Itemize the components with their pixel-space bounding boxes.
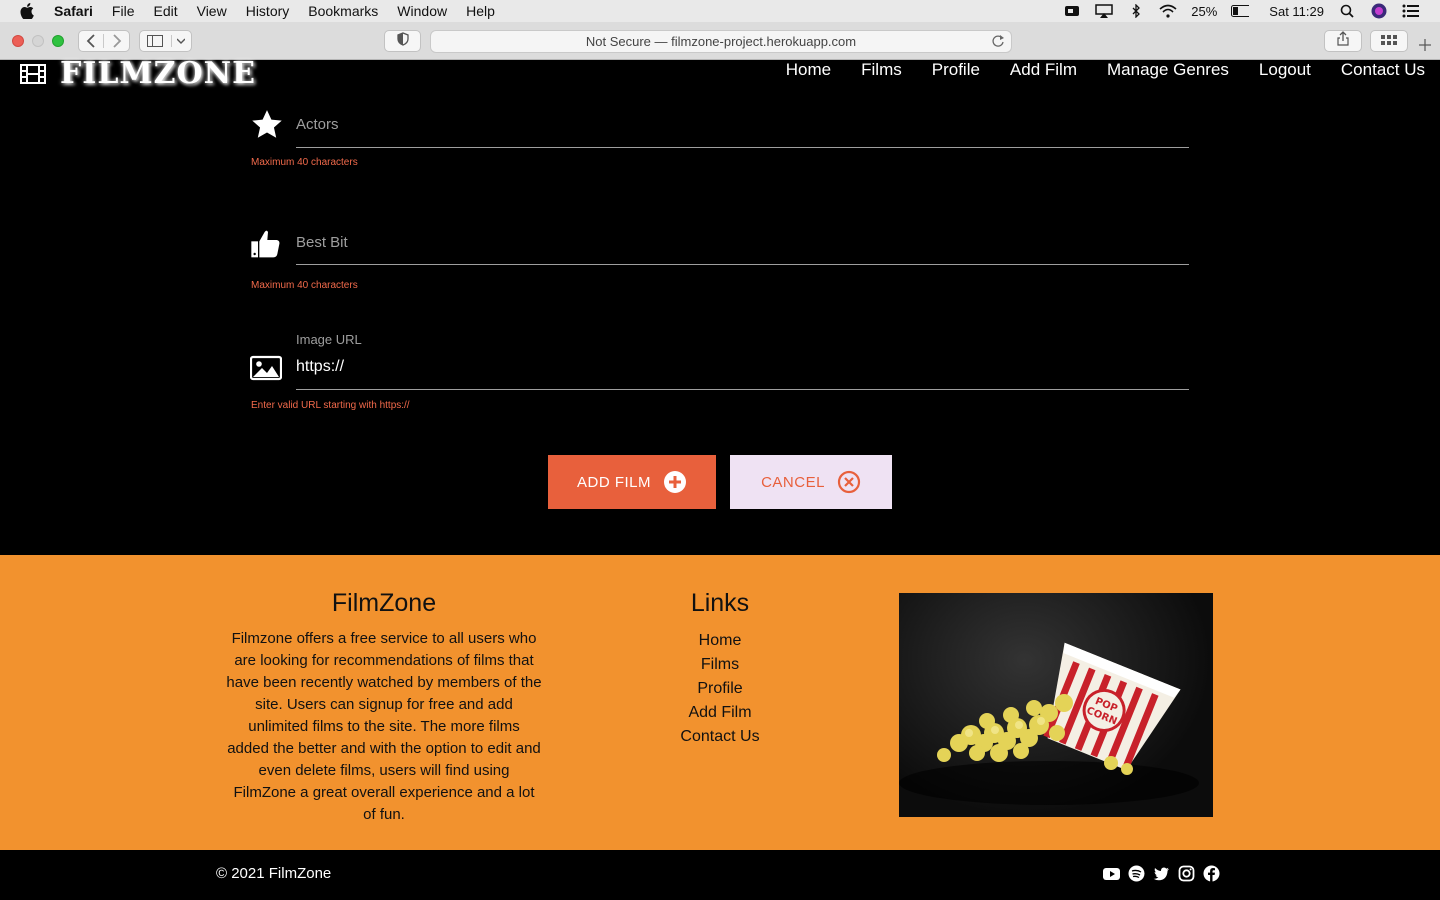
forward-button-icon[interactable] (104, 34, 129, 48)
facetime-icon[interactable] (1063, 4, 1081, 18)
spotlight-search-icon[interactable] (1338, 4, 1356, 18)
footer-link-contact-us[interactable]: Contact Us (620, 725, 820, 749)
url-text: Not Secure — filmzone-project.herokuapp.… (585, 34, 857, 49)
best-bit-helper-text: Maximum 40 characters (251, 280, 358, 291)
best-bit-placeholder: Best Bit (296, 234, 348, 251)
notification-center-icon[interactable] (1402, 4, 1420, 18)
new-tab-icon[interactable] (1418, 38, 1434, 54)
plus-circle-icon (664, 471, 686, 493)
footer-link-profile[interactable]: Profile (620, 677, 820, 701)
browser-toolbar: Not Secure — filmzone-project.herokuapp.… (0, 22, 1440, 60)
logo-text: FILMZONE (60, 56, 256, 91)
shield-icon (396, 31, 409, 51)
best-bit-field-group: Best Bit Maximum 40 characters (250, 222, 1190, 302)
image-icon (249, 354, 284, 388)
chevron-down-icon[interactable] (172, 38, 191, 44)
footer-link-films[interactable]: Films (620, 653, 820, 677)
footer-link-home[interactable]: Home (620, 629, 820, 653)
site-logo[interactable]: FILMZONE (20, 56, 256, 91)
cancel-button-label: CANCEL (761, 473, 825, 491)
menubar-clock[interactable]: Sat 11:29 (1269, 4, 1324, 19)
macos-menubar: Safari File Edit View History Bookmarks … (0, 0, 1440, 22)
spotify-icon[interactable] (1128, 865, 1145, 882)
share-icon (1337, 31, 1349, 51)
siri-icon[interactable] (1370, 3, 1388, 19)
grid-icon (1381, 32, 1397, 50)
privacy-report-button[interactable] (384, 30, 421, 52)
image-url-field-group: Image URL https:// Enter valid URL start… (249, 332, 1190, 422)
cancel-button[interactable]: CANCEL (730, 455, 892, 509)
menubar-status-area: 25% Sat 11:29 (1063, 0, 1420, 22)
footer-about-text: Filmzone offers a free service to all us… (226, 630, 542, 823)
sidebar-toggle-group (139, 30, 192, 52)
site-footer: FilmZone Filmzone offers a free service … (0, 555, 1440, 850)
actors-input[interactable]: Actors (296, 104, 1189, 148)
share-button[interactable] (1324, 30, 1362, 52)
nav-link-contact-us[interactable]: Contact Us (1341, 60, 1425, 80)
image-url-value: https:// (296, 358, 345, 375)
footer-links-list: Home Films Profile Add Film Contact Us (620, 629, 820, 749)
back-forward-group (78, 30, 130, 52)
nav-link-logout[interactable]: Logout (1259, 60, 1311, 80)
tab-overview-button[interactable] (1370, 30, 1408, 52)
image-url-input[interactable]: https:// (296, 350, 1189, 390)
site-navbar: FILMZONE Home Films Profile Add Film Man… (0, 56, 1440, 104)
nav-link-profile[interactable]: Profile (932, 60, 980, 80)
image-url-label: Image URL (296, 332, 362, 347)
bluetooth-icon[interactable] (1127, 4, 1145, 18)
best-bit-input[interactable]: Best Bit (296, 222, 1189, 265)
film-icon (20, 63, 46, 85)
social-icons (1103, 865, 1220, 882)
minimize-window-button[interactable] (32, 35, 44, 47)
menu-history[interactable]: History (246, 3, 290, 19)
battery-icon[interactable] (1231, 4, 1250, 18)
thumbs-up-icon (250, 228, 284, 262)
battery-percent: 25% (1191, 3, 1218, 19)
footer-about-title: FilmZone (331, 589, 437, 617)
actors-placeholder: Actors (296, 116, 339, 133)
nav-link-manage-genres[interactable]: Manage Genres (1107, 60, 1229, 80)
menu-edit[interactable]: Edit (153, 3, 177, 19)
add-film-button[interactable]: ADD FILM (548, 455, 716, 509)
menu-help[interactable]: Help (466, 3, 495, 19)
footer-link-add-film[interactable]: Add Film (620, 701, 820, 725)
popcorn-image: POP CORN (899, 593, 1213, 817)
nav-link-add-film[interactable]: Add Film (1010, 60, 1077, 80)
airplay-icon[interactable] (1095, 4, 1114, 18)
footer-bottom-bar: © 2021 FilmZone (0, 850, 1440, 900)
menu-view[interactable]: View (197, 3, 227, 19)
zoom-window-button[interactable] (52, 35, 64, 47)
menu-bookmarks[interactable]: Bookmarks (308, 3, 378, 19)
menu-app-name[interactable]: Safari (54, 3, 93, 19)
apple-icon[interactable] (20, 3, 36, 19)
menu-window[interactable]: Window (397, 3, 447, 19)
youtube-icon[interactable] (1103, 865, 1120, 882)
nav-links: Home Films Profile Add Film Manage Genre… (786, 60, 1425, 80)
reload-icon[interactable] (991, 34, 1005, 48)
twitter-icon[interactable] (1153, 865, 1170, 882)
add-film-button-label: ADD FILM (576, 473, 651, 491)
nav-link-home[interactable]: Home (786, 60, 831, 80)
facebook-icon[interactable] (1203, 865, 1220, 882)
close-circle-icon (837, 470, 861, 494)
actors-helper-text: Maximum 40 characters (251, 157, 358, 168)
instagram-icon[interactable] (1178, 865, 1195, 882)
image-url-helper-text: Enter valid URL starting with https:// (251, 400, 410, 411)
wifi-icon[interactable] (1159, 4, 1177, 18)
sidebar-icon[interactable] (140, 35, 172, 47)
star-icon (250, 108, 284, 142)
close-window-button[interactable] (12, 35, 24, 47)
menu-file[interactable]: File (112, 3, 135, 19)
address-bar[interactable]: Not Secure — filmzone-project.herokuapp.… (430, 30, 1012, 53)
back-button-icon[interactable] (79, 34, 105, 48)
footer-links-title: Links (690, 589, 750, 617)
copyright-text: © 2021 FilmZone (216, 865, 332, 882)
actors-field-group: Actors Maximum 40 characters (250, 104, 1190, 174)
nav-link-films[interactable]: Films (861, 60, 902, 80)
